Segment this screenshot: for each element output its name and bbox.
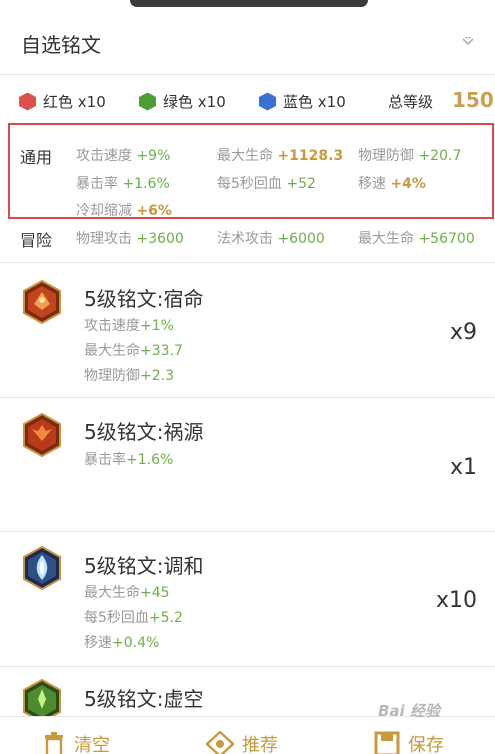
- rune-stat: 移速+0.4%: [84, 635, 160, 651]
- green-count-label: 绿色 x10: [163, 93, 226, 111]
- general-attr: 冷却缩减 +6%: [76, 203, 172, 219]
- rune-name: 5级铭文:宿命: [84, 287, 204, 311]
- rune-count: x10: [436, 588, 478, 613]
- adventure-attr: 最大生命 +56700: [358, 231, 475, 247]
- rune-name: 5级铭文:祸源: [84, 420, 204, 444]
- bottom-action-bar: 清空 推荐 保存: [0, 716, 495, 754]
- general-attr: 暴击率 +1.6%: [76, 176, 170, 192]
- general-attr: 攻击速度 +9%: [76, 148, 171, 164]
- clear-button[interactable]: 清空: [42, 731, 110, 754]
- general-attr: 每5秒回血 +52: [217, 176, 316, 192]
- adventure-section-label: 冒险: [20, 231, 53, 250]
- general-section-label: 通用: [20, 148, 53, 167]
- recommend-button-label: 推荐: [242, 735, 278, 754]
- red-count-label: 红色 x10: [43, 93, 106, 111]
- adventure-attr: 物理攻击 +3600: [76, 231, 184, 247]
- clear-button-label: 清空: [74, 735, 110, 754]
- rune-name: 5级铭文:调和: [84, 554, 204, 578]
- red-rune-icon: [23, 413, 61, 457]
- green-hex-icon: [139, 92, 156, 111]
- blue-hex-icon: [259, 92, 276, 111]
- total-level-label: 总等级: [388, 93, 434, 111]
- top-drag-handle: [130, 0, 368, 7]
- chevron-down-icon[interactable]: [461, 37, 475, 47]
- green-count: 绿色 x10: [139, 91, 226, 112]
- save-icon: [374, 731, 400, 754]
- rune-stat: 最大生命+45: [84, 585, 170, 601]
- blue-rune-icon: [23, 546, 61, 590]
- rune-row[interactable]: 5级铭文:祸源 暴击率+1.6% x1: [0, 398, 495, 531]
- trash-icon: [45, 732, 63, 754]
- rune-row[interactable]: 5级铭文:调和 最大生命+45 每5秒回血+5.2 移速+0.4% x10: [0, 532, 495, 666]
- watermark: Bai 经验: [378, 702, 440, 720]
- red-hex-icon: [19, 92, 36, 111]
- rune-name: 5级铭文:虚空: [84, 687, 204, 711]
- save-button[interactable]: 保存: [374, 731, 444, 754]
- adventure-attr: 法术攻击 +6000: [217, 231, 325, 247]
- rune-row[interactable]: 5级铭文:宿命 攻击速度+1% 最大生命+33.7 物理防御+2.3 x9: [0, 263, 495, 397]
- red-rune-icon: [23, 280, 61, 324]
- blue-count-label: 蓝色 x10: [283, 93, 346, 111]
- rune-stat: 暴击率+1.6%: [84, 452, 174, 468]
- recommend-button[interactable]: 推荐: [206, 731, 278, 754]
- blue-count: 蓝色 x10: [259, 91, 346, 112]
- save-button-label: 保存: [408, 735, 444, 754]
- red-count: 红色 x10: [19, 91, 106, 112]
- rune-count: x9: [450, 320, 478, 345]
- page-header[interactable]: 自选铭文: [0, 7, 495, 75]
- rune-stat: 物理防御+2.3: [84, 368, 174, 384]
- rune-count: x1: [450, 455, 478, 480]
- general-attr: 移速 +4%: [358, 176, 426, 192]
- recommend-icon: [206, 731, 234, 754]
- rune-stat: 攻击速度+1%: [84, 318, 174, 334]
- page-title: 自选铭文: [21, 33, 101, 57]
- rune-color-counts: 红色 x10 绿色 x10 蓝色 x10 总等级 150: [0, 76, 495, 124]
- total-level-value: 150: [452, 88, 494, 112]
- rune-stat: 每5秒回血+5.2: [84, 610, 183, 626]
- rune-stat: 最大生命+33.7: [84, 343, 183, 359]
- general-attr: 最大生命 +1128.3: [217, 148, 344, 164]
- general-attr: 物理防御 +20.7: [358, 148, 462, 164]
